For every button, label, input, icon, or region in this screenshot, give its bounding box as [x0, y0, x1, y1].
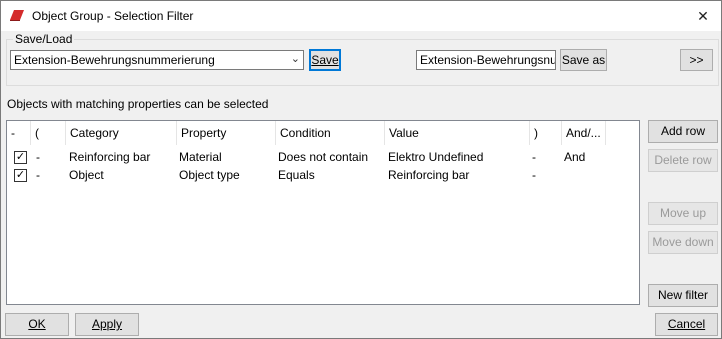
title-bar: Object Group - Selection Filter ✕ [1, 1, 721, 31]
column-header-andor[interactable]: And/... [562, 121, 606, 145]
add-row-button[interactable]: Add row [648, 120, 718, 143]
ok-button-label: OK [28, 317, 46, 331]
expand-button[interactable]: >> [680, 49, 713, 71]
cancel-button[interactable]: Cancel [655, 313, 718, 336]
filter-note: Objects with matching properties can be … [7, 97, 269, 111]
row-open-paren[interactable]: - [36, 166, 40, 184]
new-filter-button[interactable]: New filter [648, 284, 718, 307]
row-andor[interactable]: And [564, 148, 585, 166]
column-header-close-paren[interactable]: ) [530, 121, 562, 145]
column-header-value[interactable]: Value [385, 121, 530, 145]
row-condition[interactable]: Does not contain [278, 148, 368, 166]
row-category[interactable]: Object [69, 166, 104, 184]
cancel-button-label: Cancel [667, 317, 706, 331]
row-condition[interactable]: Equals [278, 166, 315, 184]
column-header-category[interactable]: Category [66, 121, 177, 145]
row-close-paren[interactable]: - [532, 148, 536, 166]
chevron-down-icon[interactable]: ⌄ [291, 52, 300, 65]
row-open-paren[interactable]: - [36, 148, 40, 166]
delete-row-button[interactable]: Delete row [648, 149, 718, 172]
ok-button[interactable]: OK [5, 313, 69, 336]
apply-button-label: Apply [91, 317, 123, 331]
settings-combobox-value: Extension-Bewehrungsnummerierung [14, 53, 215, 67]
close-icon[interactable]: ✕ [689, 4, 717, 28]
move-up-button[interactable]: Move up [648, 202, 718, 225]
saveas-name-field[interactable]: Extension-Bewehrungsnu [416, 50, 556, 70]
column-header-condition[interactable]: Condition [276, 121, 385, 145]
row-value[interactable]: Elektro Undefined [388, 148, 483, 166]
row-property[interactable]: Material [179, 148, 222, 166]
saveas-name-value: Extension-Bewehrungsnu [420, 53, 556, 67]
saveload-group-label: Save/Load [13, 32, 75, 46]
column-header-open-paren[interactable]: ( [31, 121, 66, 145]
object-group-app-icon [10, 10, 24, 21]
save-button-label: Save [311, 53, 339, 67]
row-checkbox[interactable]: ✓ [14, 151, 27, 164]
row-checkbox[interactable]: ✓ [14, 169, 27, 182]
move-down-button[interactable]: Move down [648, 231, 718, 254]
column-header-minus[interactable]: - [7, 121, 31, 145]
row-value[interactable]: Reinforcing bar [388, 166, 469, 184]
saveas-button[interactable]: Save as [560, 49, 607, 71]
filter-rules-table[interactable]: - ( Category Property Condition Value ) … [6, 120, 640, 305]
apply-button[interactable]: Apply [75, 313, 139, 336]
selection-filter-dialog: Object Group - Selection Filter ✕ Save/L… [0, 0, 722, 339]
row-property[interactable]: Object type [179, 166, 240, 184]
window-title: Object Group - Selection Filter [32, 9, 194, 23]
save-button[interactable]: Save [309, 49, 341, 71]
row-category[interactable]: Reinforcing bar [69, 148, 150, 166]
row-close-paren[interactable]: - [532, 166, 536, 184]
column-header-property[interactable]: Property [177, 121, 276, 145]
settings-combobox[interactable]: Extension-Bewehrungsnummerierung ⌄ [10, 50, 304, 70]
